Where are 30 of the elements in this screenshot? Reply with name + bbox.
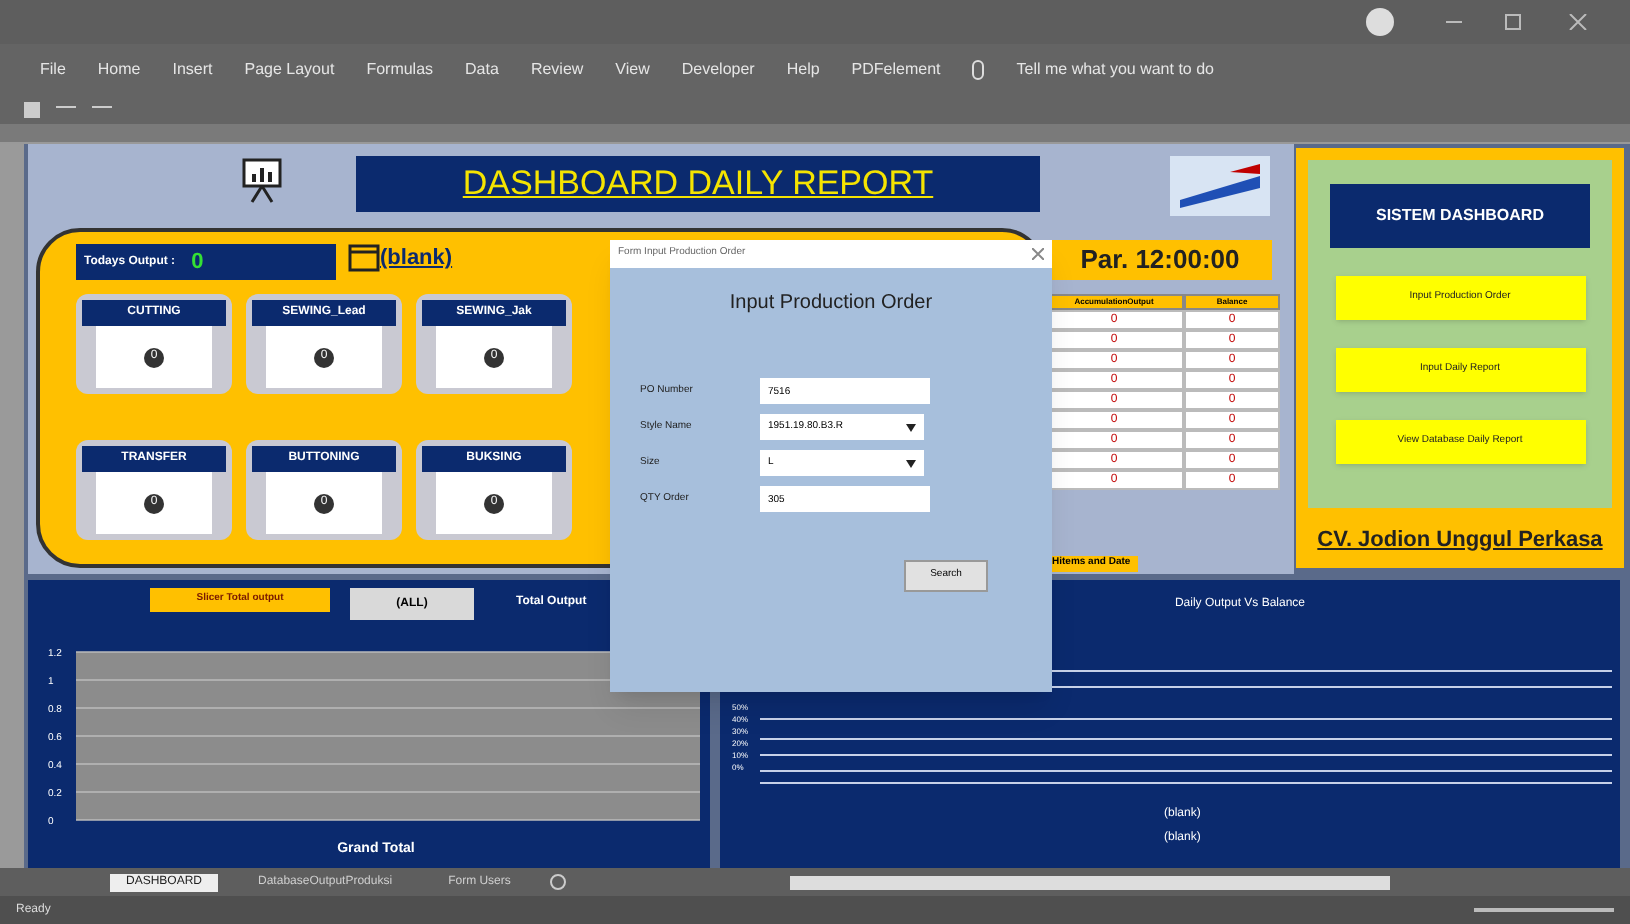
add-sheet-icon[interactable] <box>550 874 567 890</box>
close-icon[interactable] <box>1032 248 1044 260</box>
date-text: (blank) <box>380 244 453 274</box>
logo-icon <box>1170 156 1270 216</box>
dashboard-title: DASHBOARD DAILY REPORT <box>356 156 1040 212</box>
ribbon-tab[interactable]: Insert <box>172 58 213 82</box>
ribbon-tab[interactable]: Home <box>97 58 141 82</box>
todays-output-value: 0 <box>191 247 204 278</box>
calendar-icon <box>348 240 380 272</box>
ribbon-tab[interactable]: Review <box>530 58 584 82</box>
account-avatar-icon <box>1366 8 1394 36</box>
company-name: CV. Jodion Unggul Perkasa <box>1317 525 1603 555</box>
dropdown-arrow-icon <box>906 459 916 467</box>
presentation-chart-icon <box>240 156 284 204</box>
dialog-heading: Input Production Order <box>729 290 933 318</box>
ribbon-tab[interactable]: Page Layout <box>244 58 335 82</box>
side-panel-title: SISTEM DASHBOARD <box>1330 184 1590 248</box>
undo-icon[interactable] <box>56 106 76 114</box>
ribbon-tab[interactable]: Data <box>465 58 499 82</box>
ribbon-tab[interactable]: View <box>615 58 650 82</box>
tell-me-field[interactable]: Tell me what you want to do <box>1016 58 1214 82</box>
time-box: Par. 12:00:00 <box>1048 240 1272 280</box>
ribbon-tab[interactable]: Help <box>786 58 820 82</box>
redo-icon[interactable] <box>92 106 112 114</box>
ribbon-tab[interactable]: File <box>40 58 66 82</box>
ribbon-tab[interactable]: PDFelement <box>851 58 941 82</box>
ribbon-tab[interactable]: Formulas <box>366 58 434 82</box>
lightbulb-icon <box>972 60 985 80</box>
ribbon-tab[interactable]: Developer <box>681 58 755 82</box>
dropdown-arrow-icon <box>906 423 916 431</box>
